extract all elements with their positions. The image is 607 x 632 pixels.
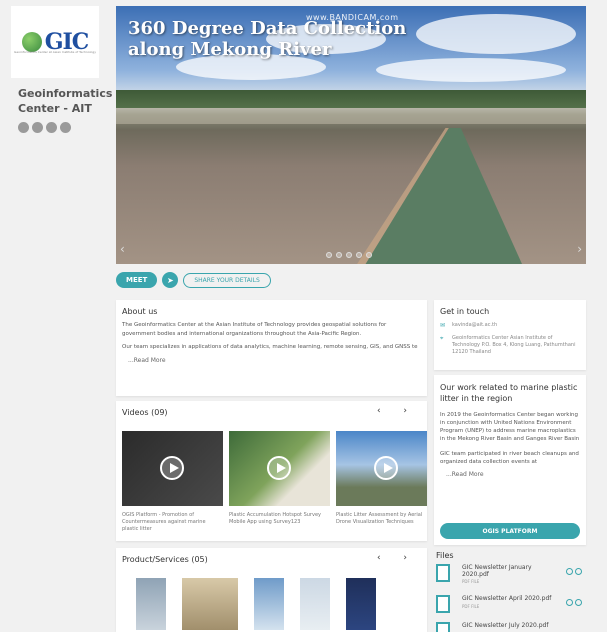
read-more-link[interactable]: ...Read More: [122, 357, 421, 364]
logo[interactable]: GIC Geoinformatics Center at Asian Insti…: [11, 6, 99, 78]
about-title: About us: [122, 307, 158, 316]
logo-subtitle: Geoinformatics Center at Asian Institute…: [14, 50, 96, 54]
mail-icon: ✉: [440, 322, 446, 329]
file-type: PDF FILE: [462, 579, 480, 584]
pdf-file-icon: [436, 622, 450, 632]
video-item[interactable]: OGIS Platform - Promotion of Countermeas…: [122, 431, 223, 533]
play-icon[interactable]: [267, 456, 291, 480]
pdf-file-icon: [436, 595, 450, 613]
play-icon[interactable]: [374, 456, 398, 480]
contact-title: Get in touch: [440, 307, 490, 316]
marine-text: In 2019 the Geoinformatics Center began …: [440, 412, 580, 442]
facebook-icon[interactable]: [18, 122, 29, 133]
carousel-nav[interactable]: ‹ ›: [377, 406, 417, 416]
slide-dot[interactable]: [336, 252, 342, 258]
about-text: Our team specializes in applications of …: [122, 344, 418, 350]
next-slide-icon[interactable]: ›: [577, 242, 582, 256]
product-thumbnail[interactable]: [136, 578, 166, 630]
location-icon: ⌖: [440, 335, 444, 342]
marine-plastic-card: Our work related to marine plastic litte…: [434, 375, 586, 545]
file-name: GIC Newsletter April 2020.pdf: [462, 595, 552, 602]
vimeo-icon[interactable]: [60, 122, 71, 133]
hero-media[interactable]: www.BANDICAM.com 360 Degree Data Collect…: [116, 6, 586, 264]
organization-name: Geoinformatics Center - AIT: [18, 87, 113, 115]
about-text: The Geoinformatics Center at the Asian I…: [122, 322, 387, 337]
file-item[interactable]: GIC Newsletter January 2020.pdf PDF FILE: [434, 562, 586, 586]
file-item[interactable]: GIC Newsletter April 2020.pdf PDF FILE: [434, 593, 586, 617]
view-icon[interactable]: [566, 568, 573, 575]
file-item[interactable]: GIC Newsletter July 2020.pdf: [434, 620, 586, 632]
globe-icon: [21, 32, 42, 52]
file-name: GIC Newsletter January 2020.pdf: [462, 564, 532, 578]
marine-title: Our work related to marine plastic litte…: [440, 383, 578, 403]
carousel-nav[interactable]: ‹ ›: [377, 553, 417, 563]
ogis-platform-button[interactable]: OGIS PLATFORM: [440, 523, 580, 539]
product-thumbnail[interactable]: [346, 578, 376, 630]
products-card: Product/Services (05) ‹ ›: [116, 548, 427, 632]
file-name: GIC Newsletter July 2020.pdf: [462, 622, 549, 629]
play-icon[interactable]: [160, 456, 184, 480]
video-caption: Plastic Litter Assessment by Aerial Dron…: [336, 512, 423, 525]
product-thumbnail[interactable]: [300, 578, 330, 630]
youtube-icon[interactable]: [46, 122, 57, 133]
slide-dot[interactable]: [366, 252, 372, 258]
slide-dot[interactable]: [356, 252, 362, 258]
product-thumbnail[interactable]: [182, 578, 238, 630]
marine-text: GIC team participated in river beach cle…: [440, 451, 579, 465]
slide-dot[interactable]: [346, 252, 352, 258]
contact-email[interactable]: kavinda@ait.ac.th: [452, 322, 497, 329]
slide-dot[interactable]: [326, 252, 332, 258]
action-bar: MEET ➤ SHARE YOUR DETAILS: [116, 268, 586, 292]
download-icon[interactable]: [575, 568, 582, 575]
video-item[interactable]: Plastic Litter Assessment by Aerial Dron…: [336, 431, 427, 533]
social-links: [18, 122, 71, 133]
slide-indicators: [326, 252, 372, 258]
video-caption: Plastic Accumulation Hotspot Survey Mobi…: [229, 512, 321, 525]
prev-slide-icon[interactable]: ‹: [120, 242, 125, 256]
product-thumbnail[interactable]: [254, 578, 284, 630]
videos-card: Videos (09) ‹ › OGIS Platform - Promotio…: [116, 401, 427, 541]
files-title: Files: [436, 551, 454, 560]
contact-address: Geoinformatics Center Asian Institute of…: [452, 335, 576, 355]
send-icon[interactable]: ➤: [162, 272, 179, 288]
view-icon[interactable]: [566, 599, 573, 606]
download-icon[interactable]: [575, 599, 582, 606]
linkedin-icon[interactable]: [32, 122, 43, 133]
sidebar: GIC Geoinformatics Center at Asian Insti…: [0, 0, 112, 632]
file-type: PDF FILE: [462, 604, 480, 609]
video-item[interactable]: Plastic Accumulation Hotspot Survey Mobi…: [229, 431, 330, 533]
video-caption: OGIS Platform - Promotion of Countermeas…: [122, 512, 206, 532]
share-details-button[interactable]: SHARE YOUR DETAILS: [183, 272, 271, 288]
meet-button[interactable]: MEET: [116, 272, 158, 288]
contact-card: Get in touch ✉ kavinda@ait.ac.th ⌖ Geoin…: [434, 300, 586, 370]
about-card: About us The Geoinformatics Center at th…: [116, 300, 427, 396]
read-more-link[interactable]: ...Read More: [440, 471, 580, 478]
hero-title: 360 Degree Data Collection along Mekong …: [128, 18, 407, 60]
pdf-file-icon: [436, 564, 450, 582]
